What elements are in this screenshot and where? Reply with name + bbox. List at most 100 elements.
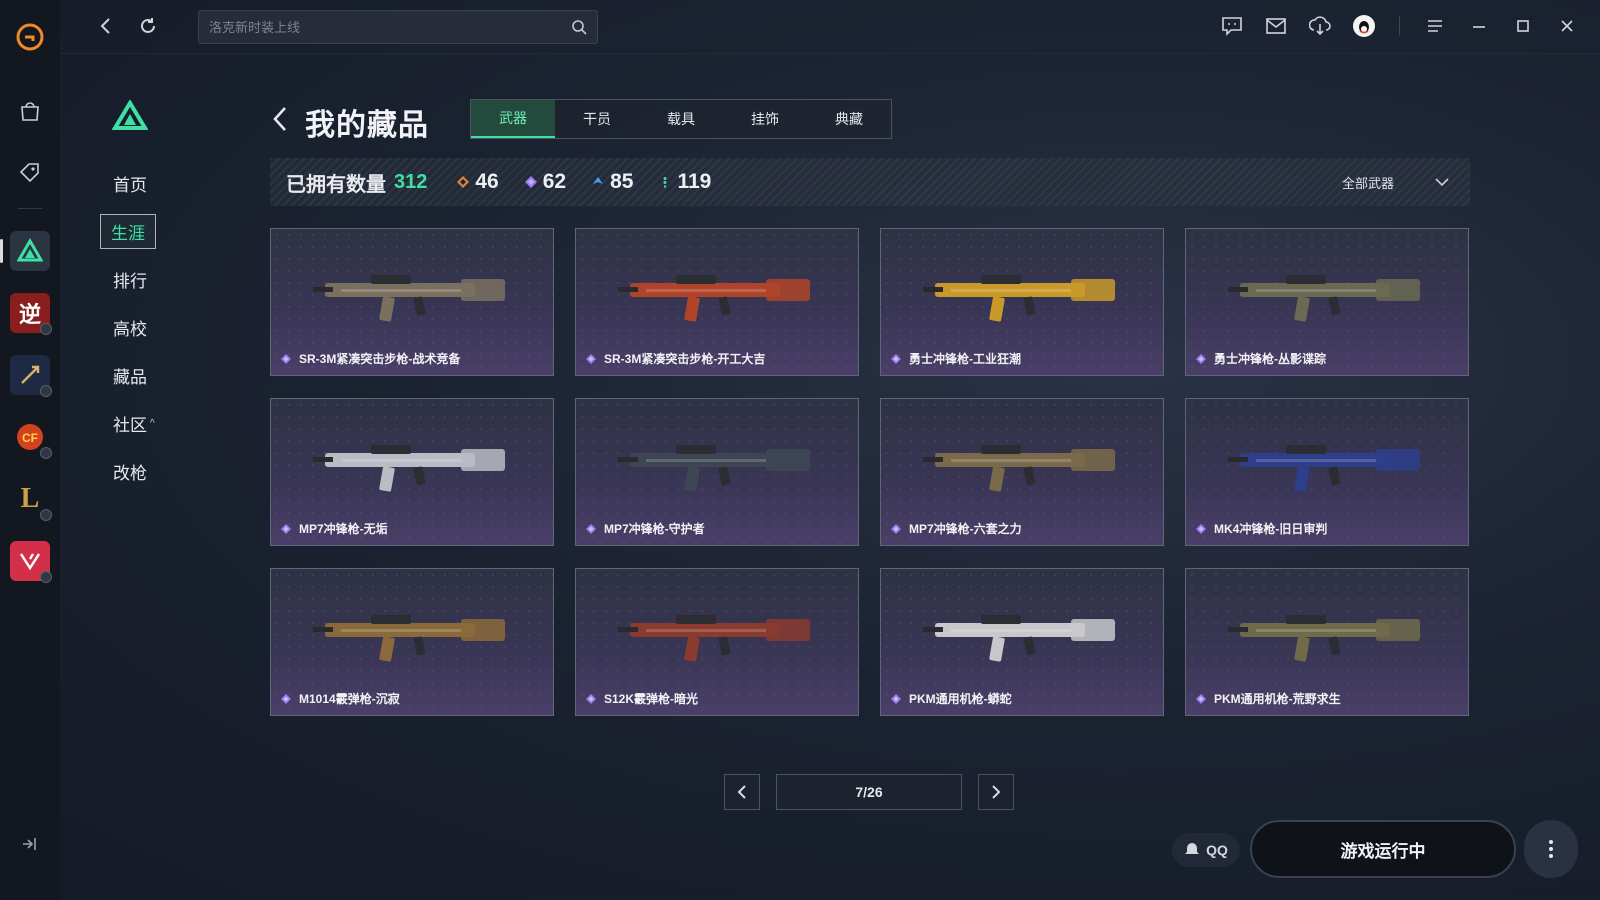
purple-gem-icon bbox=[891, 353, 901, 364]
purple-gem-icon bbox=[524, 176, 537, 188]
tab-charms[interactable]: 挂饰 bbox=[723, 100, 807, 138]
qq-avatar-icon[interactable] bbox=[1351, 13, 1377, 39]
minimize-icon[interactable] bbox=[1466, 13, 1492, 39]
weapon-name: MK4冲锋枪-旧日审判 bbox=[1196, 520, 1327, 537]
weapon-image bbox=[313, 275, 505, 322]
sword-game-icon[interactable] bbox=[10, 355, 52, 397]
tier-stat-purple: 62 bbox=[524, 170, 566, 194]
nav-item-home[interactable]: 首页 bbox=[100, 159, 220, 207]
weapon-image bbox=[923, 445, 1115, 492]
weapon-card[interactable]: M1014霰弹枪-沉寂 bbox=[270, 568, 554, 716]
weapon-card[interactable]: 勇士冲锋枪-丛影谍踪 bbox=[1185, 228, 1469, 376]
owned-count: 312 bbox=[394, 170, 428, 193]
svg-text:CF: CF bbox=[22, 431, 38, 445]
section-nav: 首页 生涯 排行 高校 藏品 社区 ^ 改枪 bbox=[100, 99, 220, 495]
mail-icon[interactable] bbox=[1263, 13, 1289, 39]
chevron-up-icon: ^ bbox=[150, 417, 155, 429]
tab-classics[interactable]: 典藏 bbox=[807, 100, 891, 138]
more-options-button[interactable] bbox=[1524, 820, 1578, 878]
weapon-name: MP7冲锋枪-守护者 bbox=[586, 520, 705, 537]
delta-logo-icon[interactable] bbox=[111, 99, 149, 132]
qq-button[interactable]: QQ bbox=[1172, 833, 1240, 867]
weapon-name: PKM通用机枪-荒野求生 bbox=[1196, 690, 1341, 707]
owned-label: 已拥有数量 bbox=[286, 173, 386, 196]
left-rail: 逆 CF L bbox=[0, 0, 60, 900]
weapon-card[interactable]: S12K霰弹枪-暗光 bbox=[575, 568, 859, 716]
filter-label: 全部武器 bbox=[1341, 175, 1394, 191]
weapon-card[interactable]: MP7冲锋枪-守护者 bbox=[575, 398, 859, 546]
weapon-image bbox=[923, 275, 1115, 322]
weapon-image bbox=[618, 275, 810, 322]
category-tabs: 武器 干员 载具 挂饰 典藏 bbox=[470, 99, 892, 139]
weapon-image bbox=[1228, 275, 1420, 322]
download-icon[interactable] bbox=[1307, 13, 1333, 39]
menu-icon[interactable] bbox=[1422, 13, 1448, 39]
download-badge-icon bbox=[40, 509, 52, 521]
purple-gem-icon bbox=[1196, 693, 1206, 704]
weapon-card[interactable]: PKM通用机枪-荒野求生 bbox=[1185, 568, 1469, 716]
nav-item-collection[interactable]: 藏品 bbox=[100, 351, 220, 399]
chevron-left-icon bbox=[737, 785, 746, 799]
search-icon[interactable] bbox=[571, 19, 587, 35]
valorant-game-icon[interactable] bbox=[10, 541, 52, 583]
chat-icon[interactable] bbox=[1219, 13, 1245, 39]
search-bar[interactable] bbox=[198, 10, 598, 44]
ni-game-icon[interactable]: 逆 bbox=[10, 293, 52, 335]
weapon-name: S12K霰弹枪-暗光 bbox=[586, 690, 698, 707]
weapon-card[interactable]: PKM通用机枪-蟒蛇 bbox=[880, 568, 1164, 716]
weapon-filter-dropdown[interactable]: 全部武器 bbox=[1342, 158, 1450, 206]
cf-game-icon[interactable]: CF bbox=[10, 417, 52, 459]
weapon-card[interactable]: 勇士冲锋枪-工业狂潮 bbox=[880, 228, 1164, 376]
nav-item-community[interactable]: 社区 ^ bbox=[100, 399, 220, 447]
bag-icon[interactable] bbox=[10, 92, 50, 132]
nav-item-career[interactable]: 生涯 bbox=[100, 207, 220, 255]
weapon-name: MP7冲锋枪-六套之力 bbox=[891, 520, 1022, 537]
purple-gem-icon bbox=[586, 353, 596, 364]
tab-weapons[interactable]: 武器 bbox=[471, 100, 555, 138]
app-logo-icon[interactable] bbox=[15, 22, 45, 52]
chevron-down-icon bbox=[1435, 178, 1449, 187]
collection-stats: 已拥有数量 312 46 62 85 119 全部武器 bbox=[270, 158, 1470, 206]
back-icon[interactable] bbox=[94, 14, 118, 38]
top-bar bbox=[60, 0, 1600, 54]
rail-divider bbox=[18, 208, 42, 209]
game-running-button[interactable]: 游戏运行中 bbox=[1250, 820, 1516, 878]
tab-vehicles[interactable]: 载具 bbox=[639, 100, 723, 138]
search-input[interactable] bbox=[209, 19, 571, 35]
weapon-image bbox=[923, 615, 1115, 662]
more-vertical-icon bbox=[1549, 840, 1553, 858]
lol-game-icon[interactable]: L bbox=[10, 479, 52, 521]
weapon-image bbox=[313, 445, 505, 492]
triangle-game-icon[interactable] bbox=[0, 231, 50, 271]
tab-operators[interactable]: 干员 bbox=[555, 100, 639, 138]
purple-gem-icon bbox=[586, 523, 596, 534]
weapon-image bbox=[618, 445, 810, 492]
tier-stat-orange: 46 bbox=[457, 170, 499, 194]
weapon-card[interactable]: SR-3M紧凑突击步枪-战术竞备 bbox=[270, 228, 554, 376]
weapon-name: PKM通用机枪-蟒蛇 bbox=[891, 690, 1012, 707]
nav-item-ranking[interactable]: 排行 bbox=[100, 255, 220, 303]
blue-gem-icon bbox=[593, 177, 604, 184]
expand-rail-icon[interactable] bbox=[20, 835, 38, 858]
next-page-button[interactable] bbox=[978, 774, 1014, 810]
weapon-card[interactable]: MP7冲锋枪-六套之力 bbox=[880, 398, 1164, 546]
weapon-card[interactable]: MP7冲锋枪-无垢 bbox=[270, 398, 554, 546]
weapon-name: 勇士冲锋枪-丛影谍踪 bbox=[1196, 350, 1326, 367]
pagination: 7/26 bbox=[724, 774, 1014, 810]
purple-gem-icon bbox=[1196, 353, 1206, 364]
maximize-icon[interactable] bbox=[1510, 13, 1536, 39]
nav-item-gunsmith[interactable]: 改枪 bbox=[100, 447, 220, 495]
nav-item-college[interactable]: 高校 bbox=[100, 303, 220, 351]
back-arrow-icon[interactable] bbox=[270, 104, 290, 139]
weapon-name: 勇士冲锋枪-工业狂潮 bbox=[891, 350, 1021, 367]
weapon-card[interactable]: SR-3M紧凑突击步枪-开工大吉 bbox=[575, 228, 859, 376]
tag-icon[interactable] bbox=[10, 152, 50, 192]
purple-gem-icon bbox=[281, 693, 291, 704]
weapon-name: MP7冲锋枪-无垢 bbox=[281, 520, 388, 537]
page-indicator[interactable]: 7/26 bbox=[776, 774, 962, 810]
refresh-icon[interactable] bbox=[136, 14, 160, 38]
prev-page-button[interactable] bbox=[724, 774, 760, 810]
weapon-image bbox=[313, 615, 505, 662]
close-icon[interactable] bbox=[1554, 13, 1580, 39]
weapon-card[interactable]: MK4冲锋枪-旧日审判 bbox=[1185, 398, 1469, 546]
